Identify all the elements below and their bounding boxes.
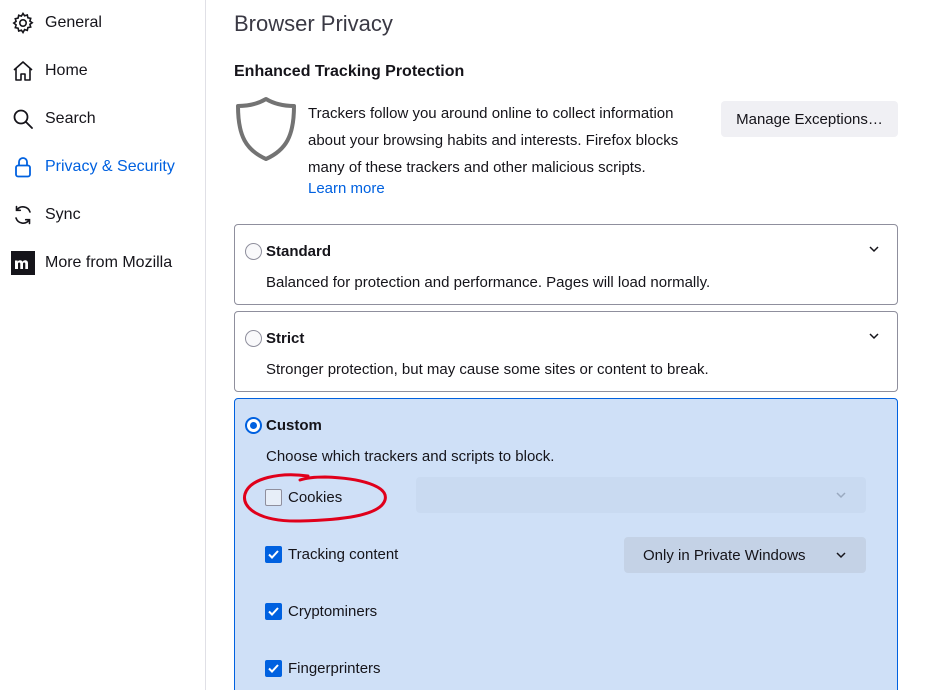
custom-title: Custom (266, 417, 322, 434)
home-icon (10, 58, 36, 84)
learn-more-link[interactable]: Learn more (308, 180, 385, 197)
chevron-down-icon[interactable] (867, 329, 881, 343)
shield-icon (234, 95, 298, 167)
sidebar-item-label: Privacy & Security (45, 158, 175, 175)
search-icon (10, 106, 36, 132)
tracking-content-checkbox[interactable] (265, 546, 282, 563)
cookies-checkbox[interactable] (265, 489, 282, 506)
manage-exceptions-button[interactable]: Manage Exceptions… (721, 101, 898, 137)
sidebar-item-label: More from Mozilla (45, 254, 173, 271)
sidebar-item-privacy[interactable]: Privacy & Security (10, 151, 175, 183)
sidebar-item-search[interactable]: Search (10, 103, 96, 135)
tracking-content-option[interactable]: Tracking content (265, 546, 398, 563)
sidebar-item-sync[interactable]: Sync (10, 199, 81, 231)
gear-icon (10, 10, 36, 36)
sidebar-item-label: Home (45, 62, 88, 79)
strict-title: Strict (266, 330, 305, 347)
sidebar-item-more-from-mozilla[interactable]: More from Mozilla (10, 247, 172, 279)
cookies-option[interactable]: Cookies (265, 489, 342, 506)
fingerprinters-option[interactable]: Fingerprinters (265, 660, 381, 677)
standard-title: Standard (266, 243, 332, 260)
custom-description: Choose which trackers and scripts to blo… (266, 448, 555, 465)
cryptominers-checkbox[interactable] (265, 603, 282, 620)
etp-description: Trackers follow you around online to col… (308, 105, 679, 176)
lock-icon (10, 154, 36, 180)
sidebar: General Home Search Privacy & Security S… (0, 0, 206, 690)
chevron-down-icon (836, 492, 846, 499)
custom-radio[interactable] (245, 417, 262, 434)
cryptominers-option[interactable]: Cryptominers (265, 603, 377, 620)
mozilla-icon (10, 250, 36, 276)
strict-description: Stronger protection, but may cause some … (266, 361, 709, 378)
tracking-content-dropdown[interactable]: Only in Private Windows (624, 537, 866, 573)
dropdown-value: Only in Private Windows (643, 546, 806, 564)
standard-mode-card[interactable]: Standard Balanced for protection and per… (234, 224, 898, 305)
sidebar-item-label: General (45, 14, 102, 31)
standard-description: Balanced for protection and performance.… (266, 274, 711, 291)
fingerprinters-label: Fingerprinters (288, 660, 381, 677)
sidebar-item-general[interactable]: General (10, 7, 102, 39)
tracking-content-label: Tracking content (288, 546, 399, 563)
sidebar-item-home[interactable]: Home (10, 55, 88, 87)
sync-icon (10, 202, 36, 228)
sidebar-item-label: Sync (45, 206, 81, 223)
etp-heading: Enhanced Tracking Protection (234, 63, 465, 80)
cookies-dropdown (416, 477, 866, 513)
page-title: Browser Privacy (234, 11, 393, 36)
strict-mode-card[interactable]: Strict Stronger protection, but may caus… (234, 311, 898, 392)
strict-radio[interactable] (245, 330, 262, 347)
chevron-down-icon[interactable] (867, 242, 881, 256)
chevron-down-icon (836, 552, 846, 559)
sidebar-item-label: Search (45, 110, 96, 127)
cookies-label: Cookies (288, 489, 343, 506)
standard-radio[interactable] (245, 243, 262, 260)
fingerprinters-checkbox[interactable] (265, 660, 282, 677)
cryptominers-label: Cryptominers (288, 603, 378, 620)
